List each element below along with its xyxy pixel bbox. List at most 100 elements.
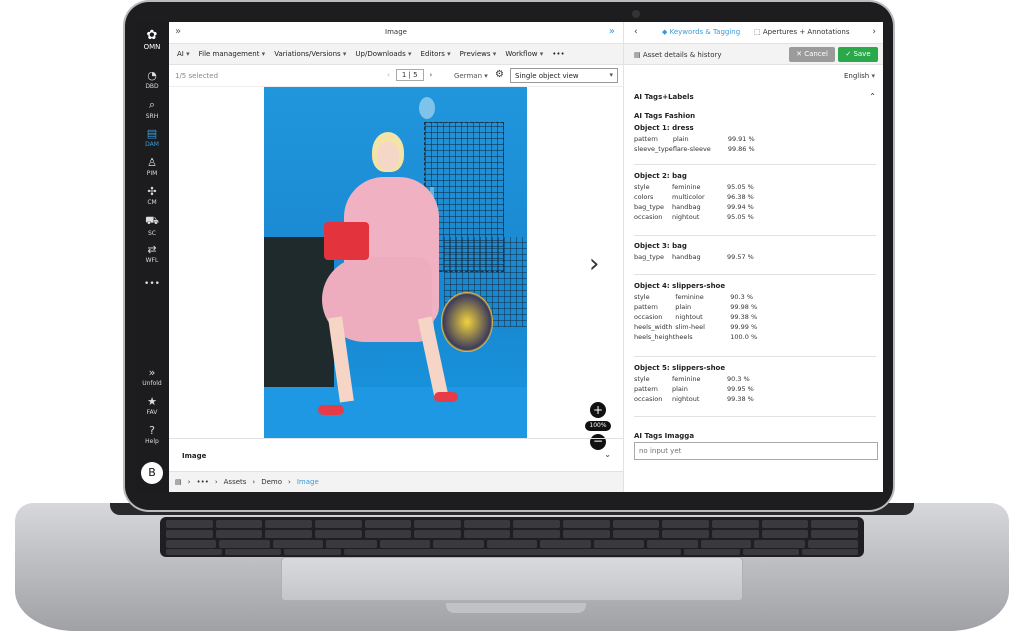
sidebar-item-srh[interactable]: ⌕ SRH <box>135 98 169 120</box>
tag-object: Object 1: dress pattern plain 99.91 % sleeve… <box>634 124 876 165</box>
selection-count: 1/5 selected <box>175 72 219 80</box>
tag-value: plain <box>675 303 692 311</box>
tag-value: feminine <box>675 293 704 301</box>
tag-confidence: 99.38 % <box>727 395 754 403</box>
tag-row: colors multicolor 96.38 % <box>634 193 754 203</box>
details-label: Asset details & history <box>642 51 722 59</box>
menu-previews[interactable]: Previews <box>460 50 497 58</box>
tag-value: nightout <box>672 213 700 221</box>
sidebar-item-label: DAM <box>145 141 159 148</box>
sidebar-item-more[interactable]: ••• <box>135 279 169 289</box>
sidebar-item-unfold[interactable]: » Unfold <box>135 366 169 387</box>
chevron-left-icon[interactable]: ‹ <box>634 27 638 37</box>
asset-photo[interactable] <box>264 87 527 438</box>
ai-tags-title: AI Tags+Labels <box>634 93 694 101</box>
tag-key: style <box>634 183 650 191</box>
photo-shoe <box>434 392 458 402</box>
sidebar-item-dbd[interactable]: ◔ DBD <box>135 69 169 90</box>
avatar[interactable]: B <box>141 462 163 484</box>
menu-workflow[interactable]: Workflow <box>505 50 543 58</box>
ai-tags-header[interactable]: AI Tags+Labels ⌃ <box>634 92 876 101</box>
sidebar: ✿ OMN ◔ DBD ⌕ SRH ▤ DAM ♙ PIM ✣ CM ⛟ SC ⇄ WFL •… <box>135 22 169 492</box>
tag-confidence: 99.86 % <box>727 145 755 153</box>
center-pane: » Image » AI File management Variations/… <box>169 22 623 492</box>
save-button[interactable]: ✓ Save <box>838 47 878 62</box>
right-language-select[interactable]: English <box>844 72 875 80</box>
details-link[interactable]: ▤ Asset details & history <box>634 51 722 59</box>
help-icon: ? <box>149 424 155 437</box>
sidebar-item-label: DBD <box>145 83 159 90</box>
tag-key: bag_type <box>634 203 665 211</box>
tag-confidence: 99.57 % <box>727 253 754 261</box>
sidebar-item-help[interactable]: ? Help <box>135 424 169 445</box>
tag-confidence: 99.94 % <box>727 203 754 211</box>
image-viewer: › + 100% − <box>169 87 623 450</box>
sidebar-item-fav[interactable]: ★ FAV <box>135 395 169 416</box>
product-icon: ♙ <box>147 156 157 169</box>
tab-apertures[interactable]: ⬚ Apertures + Annotations <box>754 28 849 36</box>
menu-ai[interactable]: AI <box>177 50 190 58</box>
sidebar-item-cm[interactable]: ✣ CM <box>135 185 169 206</box>
menu-variations[interactable]: Variations/Versions <box>274 50 346 58</box>
menu-file-management[interactable]: File management <box>199 50 266 58</box>
breadcrumb-demo[interactable]: Demo <box>261 478 282 486</box>
tag-value: handbag <box>672 253 701 261</box>
expand-right-icon[interactable]: » <box>609 26 615 37</box>
sidebar-item-pim[interactable]: ♙ PIM <box>135 156 169 177</box>
breadcrumb-assets[interactable]: Assets <box>224 478 247 486</box>
right-tabs: ‹ ◆ Keywords & Tagging ⬚ Apertures + Ann… <box>624 22 883 44</box>
language-select[interactable]: German ▾ <box>454 72 488 80</box>
zoom-in-button[interactable]: + <box>590 402 606 418</box>
menu-more[interactable]: ••• <box>552 50 564 58</box>
breadcrumb-more[interactable]: ••• <box>196 478 208 486</box>
tag-object: Object 4: slippers-shoe style feminine 90.3… <box>634 282 876 357</box>
chevron-down-icon[interactable]: ⌄ <box>604 450 611 459</box>
breadcrumb: ▤ › ••• › Assets › Demo › Image <box>169 471 623 492</box>
photo-shoe <box>318 405 344 415</box>
sidebar-item-dam[interactable]: ▤ DAM <box>135 127 169 148</box>
tag-table: style feminine 95.05 % colors multicolor 96.3… <box>634 183 754 223</box>
prev-page-icon[interactable]: ‹ <box>387 71 390 79</box>
photo-red-bag <box>324 222 369 260</box>
tab-label: Apertures + Annotations <box>762 28 850 36</box>
next-page-icon[interactable]: › <box>430 71 433 79</box>
tag-confidence: 95.05 % <box>727 213 754 221</box>
breadcrumb-separator: › <box>214 478 218 486</box>
image-section-header[interactable]: Image ⌄ <box>169 438 623 471</box>
camera-icon <box>632 10 640 18</box>
breadcrumb-separator: › <box>252 478 256 486</box>
photo-floor <box>264 387 527 438</box>
page-input[interactable]: 1 | 5 <box>395 69 424 81</box>
tab-keywords[interactable]: ◆ Keywords & Tagging <box>662 28 740 36</box>
logo[interactable]: ✿ OMN <box>135 28 169 51</box>
more-icon: ••• <box>144 279 160 289</box>
gear-icon[interactable]: ⚙ <box>495 69 504 80</box>
tag-confidence: 99.91 % <box>727 135 755 143</box>
tag-table: bag_type handbag 99.57 % <box>634 253 754 263</box>
menu-editors[interactable]: Editors <box>421 50 451 58</box>
search-icon: ⌕ <box>148 98 156 111</box>
menu-updownloads[interactable]: Up/Downloads <box>355 50 411 58</box>
tag-confidence: 99.95 % <box>727 385 754 393</box>
tag-key: pattern <box>634 385 658 393</box>
cancel-button[interactable]: ✕ Cancel <box>789 47 835 62</box>
tag-row: occasion nightout 99.38 % <box>634 395 754 405</box>
tag-table: style feminine 90.3 % pattern plain 99.98 % oc… <box>634 293 757 343</box>
chevron-up-icon[interactable]: ⌃ <box>869 92 876 101</box>
cart-icon: ⛟ <box>145 214 159 227</box>
tag-value: handbag <box>672 203 701 211</box>
unfold-icon: » <box>148 366 156 379</box>
tab-label: Keywords & Tagging <box>669 28 741 36</box>
sidebar-item-wfl[interactable]: ⇄ WFL <box>135 243 169 264</box>
chevron-right-icon[interactable]: › <box>872 27 876 37</box>
sidebar-item-sc[interactable]: ⛟ SC <box>135 214 169 237</box>
view-mode-select[interactable]: Single object view <box>510 68 618 83</box>
tag-key: occasion <box>634 395 663 403</box>
dashboard-icon: ◔ <box>147 69 157 82</box>
bee-logo-icon: ✿ <box>146 28 158 43</box>
tag-object: Object 5: slippers-shoe style feminine 90.3… <box>634 364 876 417</box>
imagga-input[interactable] <box>634 442 878 460</box>
sidebar-item-label: Help <box>145 438 159 445</box>
tag-confidence: 96.38 % <box>727 193 754 201</box>
next-image-icon[interactable]: › <box>589 249 599 279</box>
